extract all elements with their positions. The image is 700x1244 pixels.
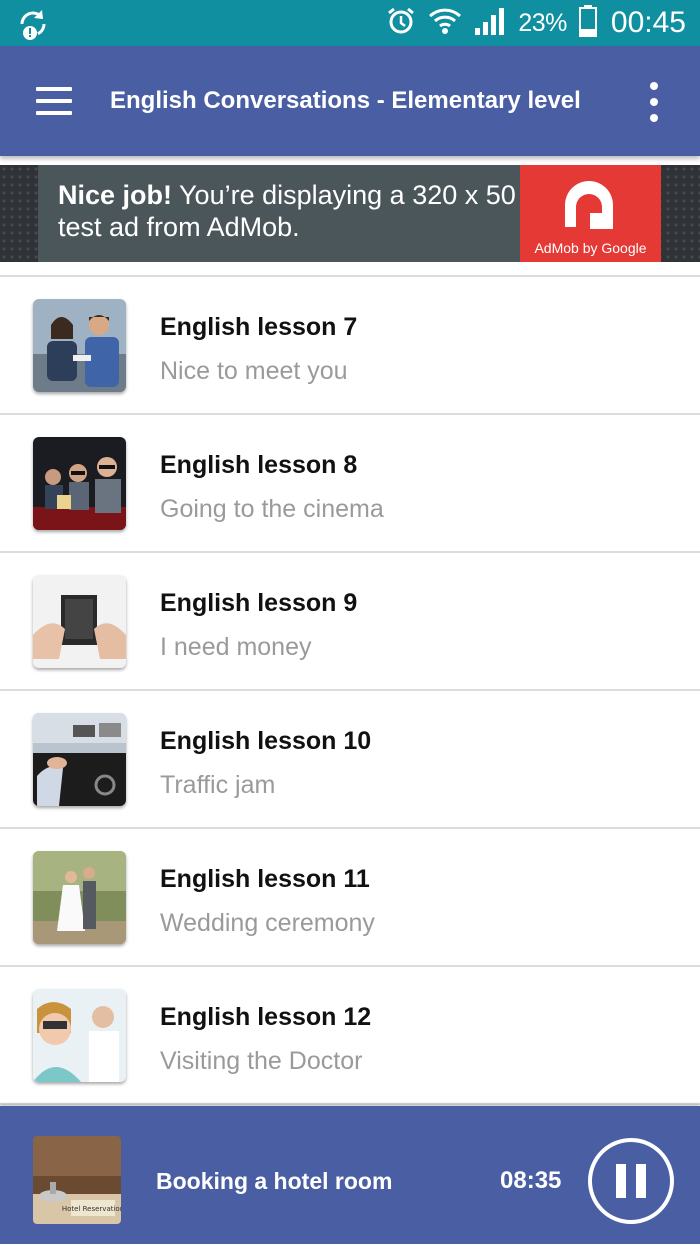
wedding-couple-photo [33, 851, 126, 944]
list-item[interactable]: English lesson 11 Wedding ceremony [0, 829, 700, 967]
lesson-title: English lesson 10 [160, 727, 372, 755]
battery-icon [578, 4, 597, 42]
now-playing-bar[interactable]: Hotel Reservation Booking a hotel room 0… [0, 1106, 700, 1244]
pause-icon[interactable] [588, 1138, 674, 1224]
list-item[interactable]: English lesson 10 Traffic jam [0, 691, 700, 829]
ad-text-area[interactable]: Nice job! You’re displaying a 320 x 50 t… [38, 165, 520, 262]
lesson-subtitle: Nice to meet you [160, 357, 348, 385]
hotel-reception-photo: Hotel Reservation [33, 1136, 121, 1224]
lesson-title: English lesson 8 [160, 451, 358, 479]
lesson-subtitle: Going to the cinema [160, 495, 384, 523]
app-title: English Conversations - Elementary level [110, 87, 581, 114]
lesson-title: English lesson 12 [160, 1003, 372, 1031]
clock-time: 00:45 [610, 6, 686, 39]
list-item[interactable]: English lesson 8 Going to the cinema [0, 415, 700, 553]
lesson-title: English lesson 9 [160, 589, 358, 617]
empty-wallet-photo [33, 575, 126, 668]
ad-text-line2: test ad from AdMob. [58, 212, 300, 242]
cinema-audience-photo [33, 437, 126, 530]
traffic-jam-photo [33, 713, 126, 806]
business-meeting-photo [33, 299, 126, 392]
lesson-subtitle: Traffic jam [160, 771, 276, 799]
ad-text-line1: You’re displaying a 320 x 50 [172, 180, 516, 210]
eye-doctor-photo [33, 989, 126, 1082]
hamburger-menu-icon[interactable] [30, 81, 78, 121]
player-thumb-caption: Hotel Reservation [62, 1205, 121, 1213]
ad-bold-text: Nice job! [58, 180, 173, 210]
lesson-title: English lesson 11 [160, 865, 370, 893]
wifi-icon [428, 6, 462, 41]
more-vert-icon[interactable] [646, 80, 662, 124]
signal-icon [474, 6, 506, 41]
lesson-list: English lesson 7 Nice to meet you Englis… [0, 275, 700, 1105]
lesson-subtitle: Wedding ceremony [160, 909, 375, 937]
admob-logo[interactable]: AdMob by Google [520, 165, 661, 262]
sync-alert-icon [16, 7, 50, 41]
ad-banner[interactable]: Nice job! You’re displaying a 320 x 50 t… [0, 165, 700, 262]
alarm-clock-icon [386, 6, 416, 41]
battery-percent: 23% [518, 8, 567, 37]
status-bar: 23% 00:45 [0, 0, 700, 46]
player-title: Booking a hotel room [156, 1168, 393, 1194]
app-bar: English Conversations - Elementary level [0, 46, 700, 156]
list-item[interactable]: English lesson 12 Visiting the Doctor [0, 967, 700, 1105]
list-item[interactable]: English lesson 7 Nice to meet you [0, 277, 700, 415]
ad-logo-caption: AdMob by Google [534, 240, 647, 256]
player-time: 08:35 [500, 1167, 562, 1194]
list-item[interactable]: English lesson 9 I need money [0, 553, 700, 691]
lesson-subtitle: Visiting the Doctor [160, 1047, 363, 1075]
lesson-title: English lesson 7 [160, 313, 358, 341]
lesson-subtitle: I need money [160, 633, 312, 661]
